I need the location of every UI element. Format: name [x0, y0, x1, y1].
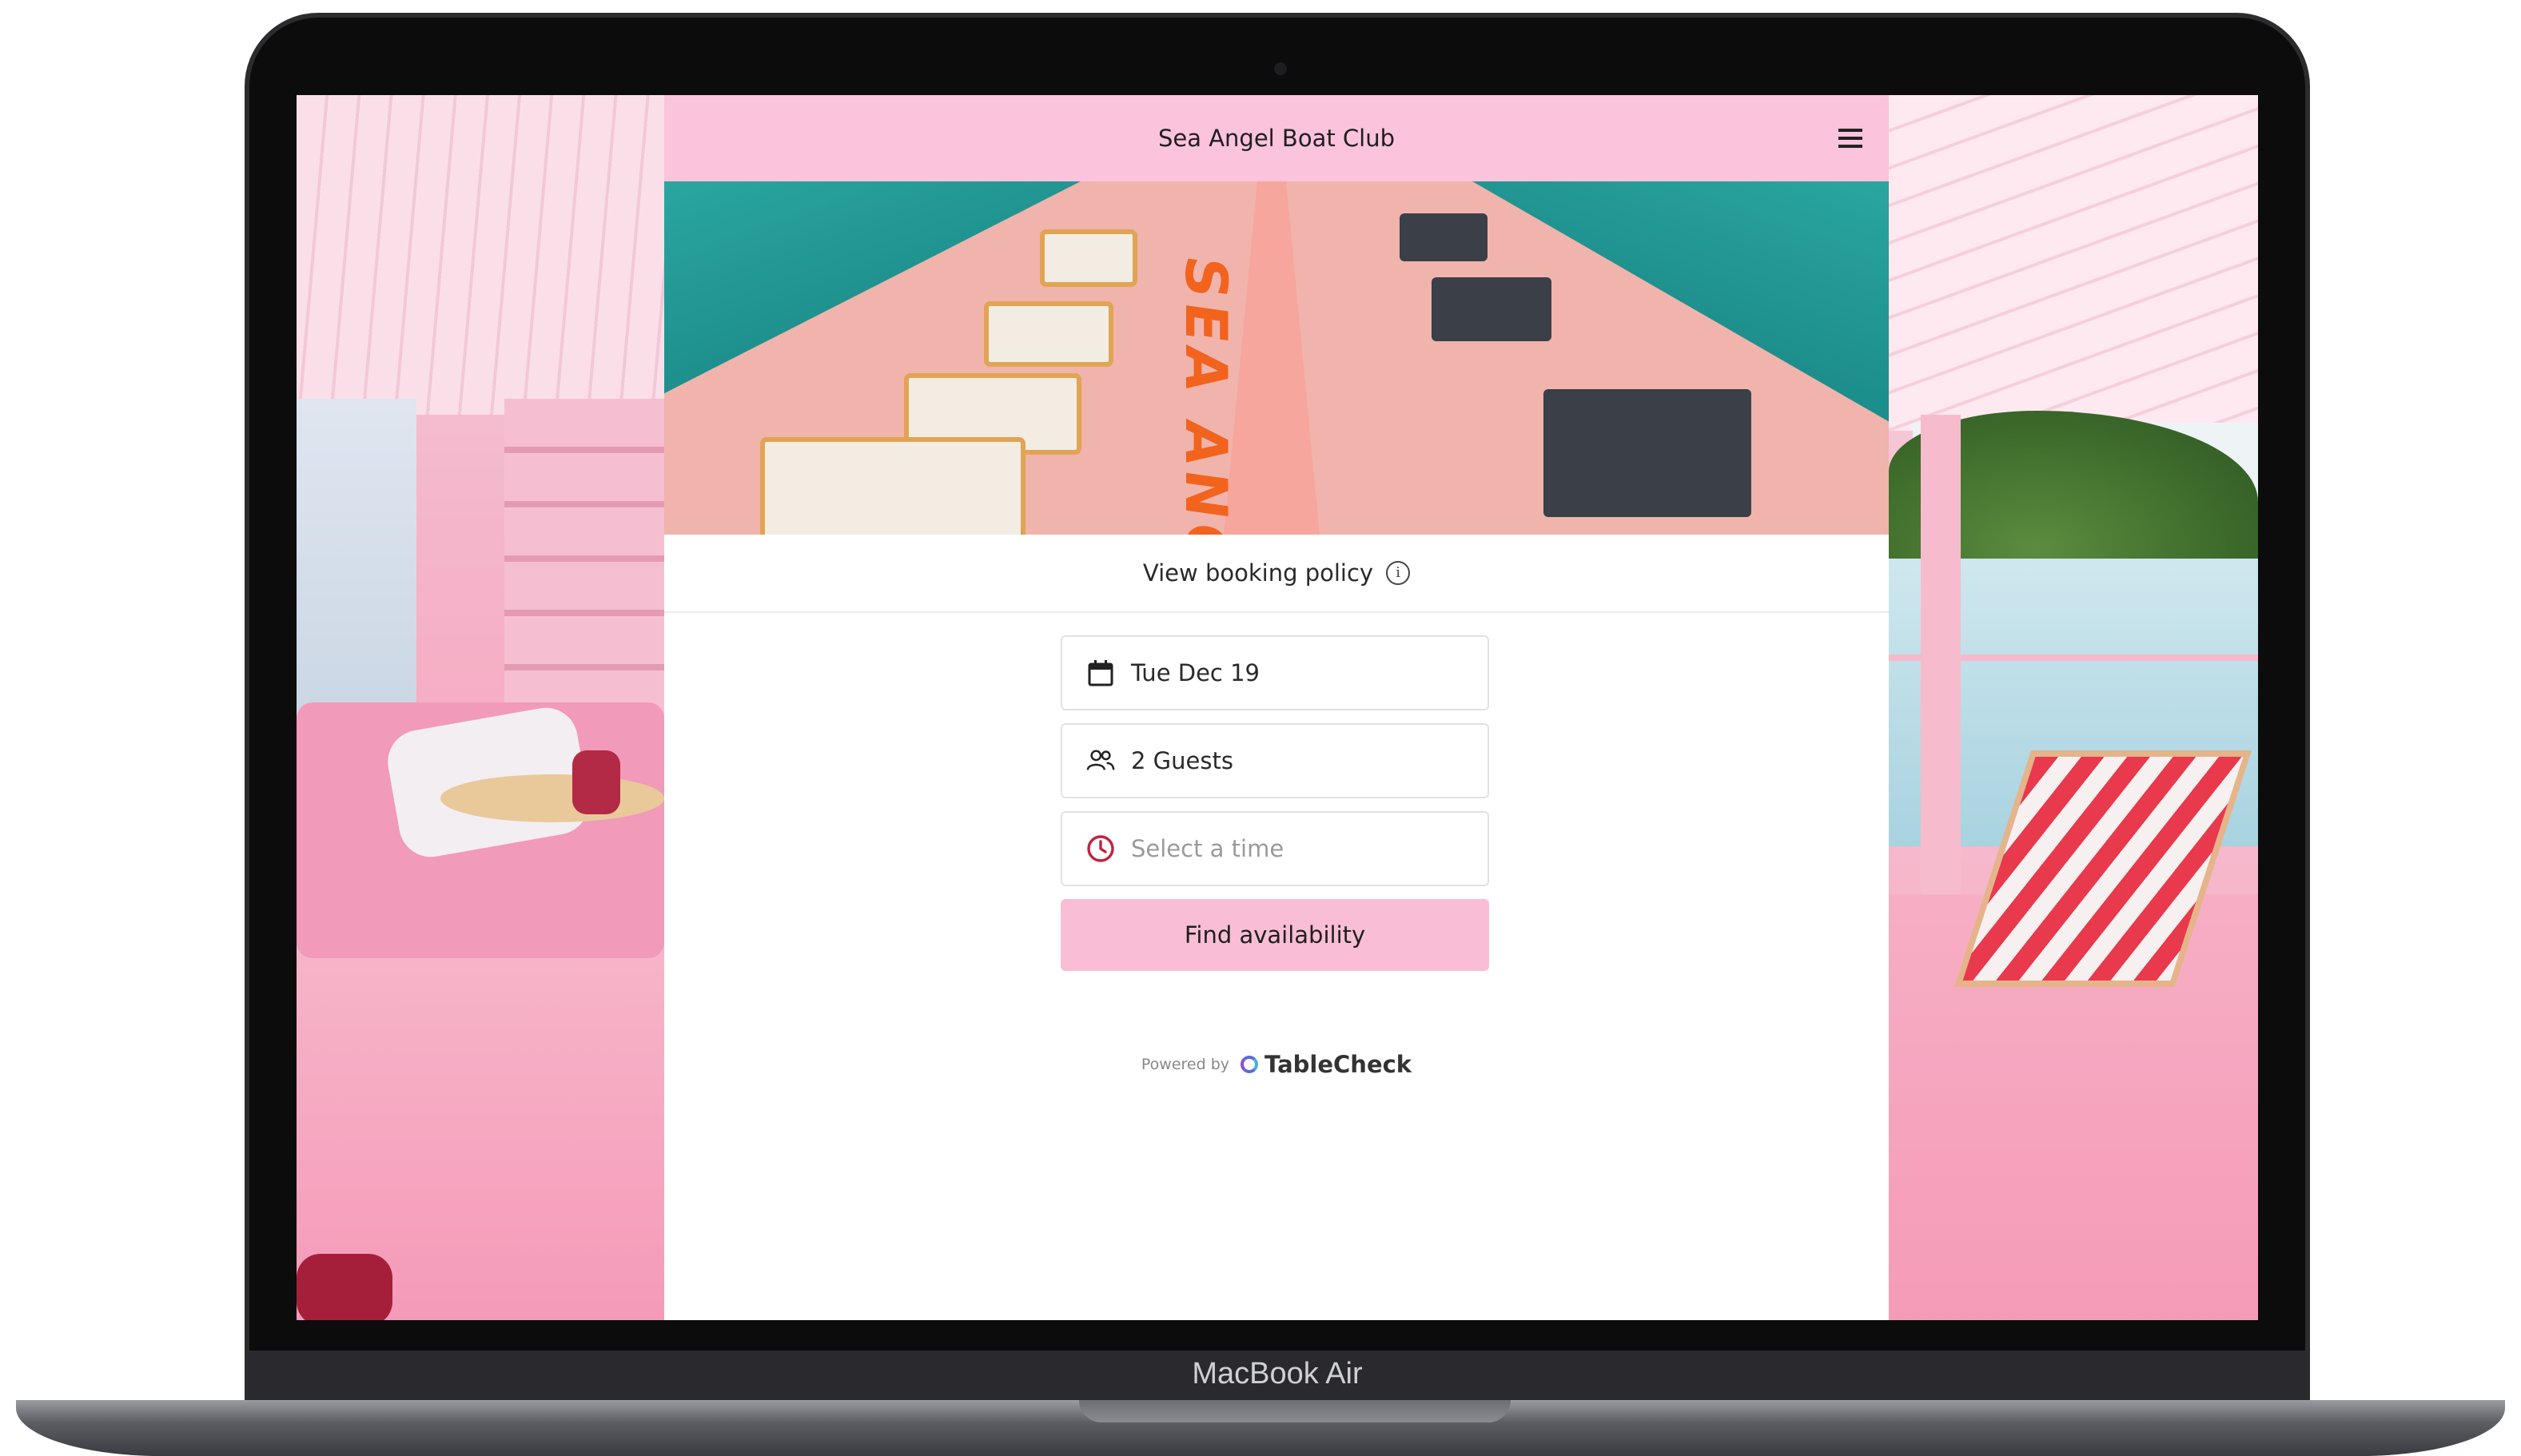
find-availability-button[interactable]: Find availability	[1061, 899, 1489, 971]
hero-signage: SEA ANGEL	[1173, 252, 1240, 535]
clock-icon	[1086, 834, 1115, 863]
laptop-chin: MacBook Air	[249, 1351, 2305, 1400]
date-value: Tue Dec 19	[1131, 659, 1260, 686]
guests-selector[interactable]: 2 Guests	[1061, 723, 1489, 798]
hamburger-icon[interactable]	[1834, 124, 1866, 153]
powered-by-label: Powered by	[1141, 1056, 1230, 1073]
calendar-icon	[1086, 658, 1115, 687]
powered-by-footer: Powered by TableCheck	[664, 1051, 1889, 1078]
time-placeholder: Select a time	[1131, 835, 1284, 862]
laptop-base	[16, 1400, 2505, 1456]
time-selector[interactable]: Select a time	[1061, 811, 1489, 886]
info-icon: i	[1386, 561, 1411, 585]
date-picker[interactable]: Tue Dec 19	[1061, 635, 1489, 710]
device-label: MacBook Air	[1192, 1357, 1363, 1390]
laptop-notch	[1079, 1400, 1511, 1422]
hero-image: SEA ANGEL	[664, 181, 1889, 535]
tablecheck-icon	[1241, 1056, 1259, 1073]
tablecheck-logo[interactable]: TableCheck	[1241, 1051, 1412, 1078]
guests-value: 2 Guests	[1131, 747, 1233, 774]
webcam	[1274, 62, 1287, 75]
app-header: Sea Angel Boat Club	[664, 95, 1889, 181]
venue-title: Sea Angel Boat Club	[1157, 125, 1396, 152]
users-icon	[1086, 746, 1115, 775]
tablecheck-brand: TableCheck	[1264, 1051, 1412, 1078]
booking-policy-link[interactable]: View booking policy i	[664, 535, 1889, 613]
booking-policy-label: View booking policy	[1142, 559, 1374, 587]
background-photo-right	[1889, 95, 2258, 1320]
background-photo-left	[297, 95, 664, 1320]
screen: Sea Angel Boat Club SEA ANGEL View booki…	[297, 95, 2258, 1320]
booking-widget: Sea Angel Boat Club SEA ANGEL View booki…	[664, 95, 1889, 1320]
